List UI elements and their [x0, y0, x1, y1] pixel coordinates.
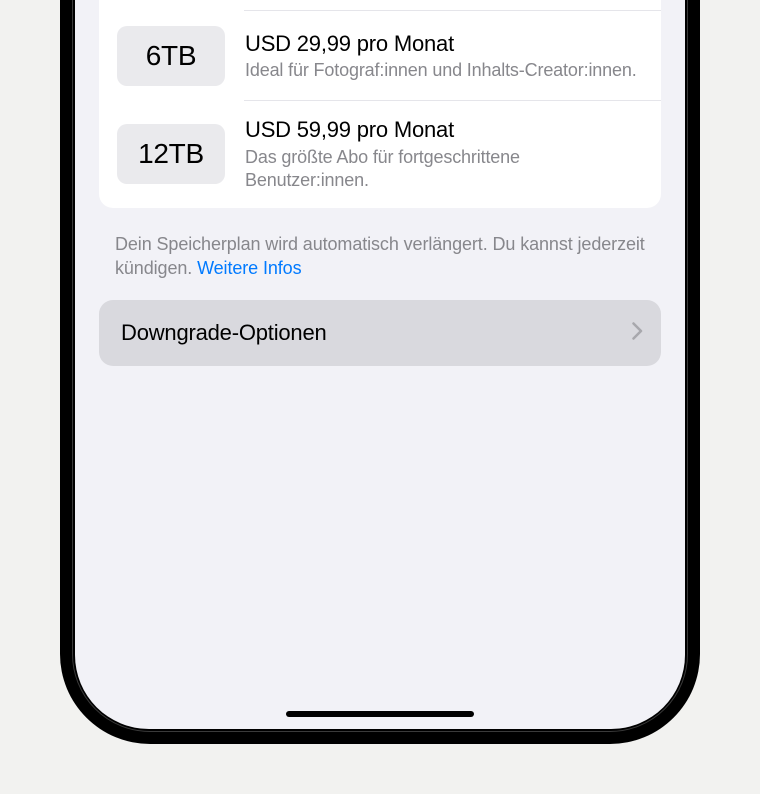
- plan-size-badge: 6TB: [117, 26, 225, 86]
- plan-row-12tb[interactable]: 12TB USD 59,99 pro Monat Das größte Abo …: [99, 101, 661, 207]
- plan-text: USD 59,99 pro Monat Das größte Abo für f…: [245, 116, 643, 192]
- plan-size-badge: 12TB: [117, 124, 225, 184]
- plan-price: USD 29,99 pro Monat: [245, 30, 643, 58]
- plan-description: Ideal für Fotograf:innen und Inhalts-Cre…: [245, 59, 643, 82]
- plan-text: USD 29,99 pro Monat Ideal für Fotograf:i…: [245, 30, 643, 83]
- phone-screen: 200GB USD 2,99 pro Monat Mehr Platz für …: [75, 0, 685, 729]
- outer-container: 200GB USD 2,99 pro Monat Mehr Platz für …: [0, 0, 760, 794]
- renewal-footer-text: Dein Speicherplan wird automatisch verlä…: [115, 232, 645, 281]
- phone-bezel: 200GB USD 2,99 pro Monat Mehr Platz für …: [72, 0, 688, 732]
- downgrade-options-button[interactable]: Downgrade-Optionen: [99, 300, 661, 366]
- screen-content: 200GB USD 2,99 pro Monat Mehr Platz für …: [75, 0, 685, 729]
- home-indicator[interactable]: [286, 711, 474, 717]
- phone-frame: 200GB USD 2,99 pro Monat Mehr Platz für …: [60, 0, 700, 744]
- chevron-right-icon: [632, 322, 643, 345]
- plan-row-2tb[interactable]: 2TB USD 9,99 pro Monat Ideal für Familie…: [99, 0, 661, 11]
- more-info-link[interactable]: Weitere Infos: [197, 258, 301, 278]
- plan-price: USD 59,99 pro Monat: [245, 116, 643, 144]
- plan-row-6tb[interactable]: 6TB USD 29,99 pro Monat Ideal für Fotogr…: [99, 11, 661, 101]
- downgrade-label: Downgrade-Optionen: [121, 320, 327, 346]
- renewal-info: Dein Speicherplan wird automatisch verlä…: [115, 234, 645, 278]
- storage-plans-list: 200GB USD 2,99 pro Monat Mehr Platz für …: [99, 0, 661, 208]
- plan-description: Das größte Abo für fortgeschrittene Benu…: [245, 146, 643, 193]
